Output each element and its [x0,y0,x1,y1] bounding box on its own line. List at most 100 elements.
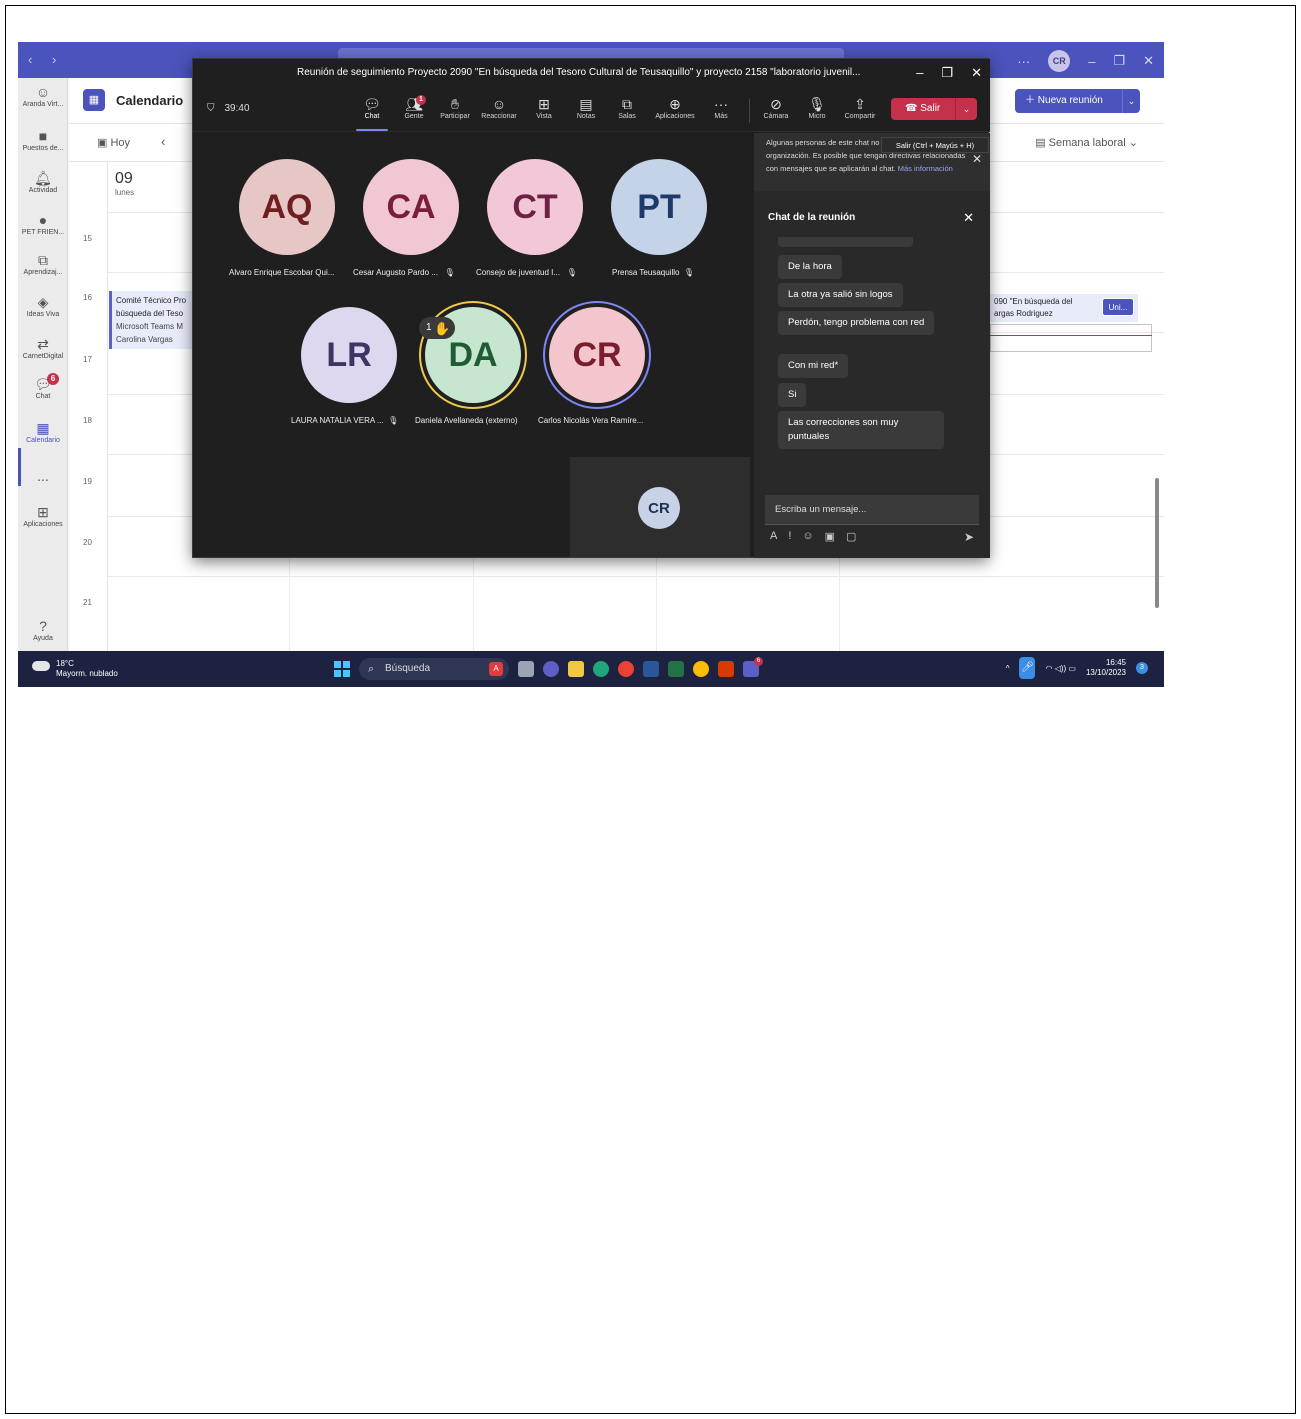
word-icon[interactable] [643,661,659,677]
day-name: lunes [115,188,135,197]
toolbar-share-button[interactable]: ⇪ Compartir [838,95,882,120]
phone-hangup-icon: ☎ [905,103,921,114]
rail-item-petfriendly[interactable]: ● PET FRIEN... [18,212,68,236]
leave-tooltip: Salir (Ctrl + Mayús + H) [881,137,989,153]
chrome-profile-icon[interactable] [693,661,709,677]
priority-icon[interactable]: ! [788,530,791,543]
meeting-stage: AQ Alvaro Enrique Escobar Qui... CA Cesa… [193,133,752,558]
rail-item-aprendizaje[interactable]: ⧉ Aprendizaj... [18,252,68,276]
sticker-icon[interactable]: ▢ [846,530,856,543]
mic-muted-icon: 🎙︎ [681,268,695,277]
toolbar-camera-button[interactable]: ⊘ Cámara [754,95,798,120]
meet-icon[interactable] [543,661,559,677]
mic-muted-icon: 🎙︎ [562,268,577,277]
chevron-up-icon[interactable]: ^ [1006,664,1010,673]
participant-avatar[interactable]: PT [611,159,707,255]
column-line [289,548,290,651]
toolbar-view-button[interactable]: ⊞ Vista [522,95,566,120]
participant-avatar[interactable]: CR [549,307,645,403]
plus-icon: ⊕ [669,96,681,112]
close-icon[interactable]: ✕ [1143,53,1154,69]
toolbar-raise-hand-button[interactable]: ✋︎ Participar [433,95,477,120]
mic-tray-icon[interactable]: 🎤︎ [1019,657,1036,679]
leave-button[interactable]: ☎ Salir ⌄ [891,98,977,120]
rail-item-ideas-viva[interactable]: ◈ Ideas Viva [18,294,68,318]
teams-icon[interactable]: 6 [743,657,763,677]
scrollbar[interactable] [1155,478,1159,608]
close-icon[interactable]: ✕ [971,59,982,87]
prev-week-icon[interactable]: ‹ [161,134,165,149]
send-icon[interactable]: ➤ [964,530,974,544]
message-list[interactable]: tema del tamaño de la letra De la hora L… [754,237,990,453]
day-number: 09 [115,170,133,187]
selected-slot[interactable] [990,324,1152,352]
ellipsis-icon: ... [37,468,49,484]
rail-item-actividad[interactable]: 🔔︎ Actividad [18,170,68,194]
minimize-icon[interactable]: – [1088,54,1095,69]
toolbar-notes-button[interactable]: ▤ Notas [564,95,608,120]
rail-item-aranda[interactable]: ☺ Aranda Virt... [18,84,68,108]
chevron-down-icon[interactable]: ⌄ [955,98,977,120]
format-icon[interactable]: A [770,530,777,543]
wifi-icon[interactable]: ◠ ◁)) ▭ [1045,664,1075,673]
close-chat-icon[interactable]: ✕ [963,203,974,233]
excel-icon[interactable] [668,661,684,677]
rail-item-ayuda[interactable]: ? Ayuda [18,618,68,642]
meeting-timer: ⛉ 39:40 [207,103,250,114]
help-icon: ? [39,618,47,634]
message-input[interactable]: Escriba un mensaje... [765,495,979,525]
edge-icon[interactable] [593,661,609,677]
taskbar-search[interactable]: ⌕ Búsqueda A [359,658,509,680]
toolbar-react-button[interactable]: ☺ Reaccionar [477,95,521,120]
today-button[interactable]: ▣ Hoy [97,136,130,149]
participant-name: Prensa Teusaquillo 🎙︎ [612,268,695,277]
week-view-select[interactable]: ▤ Semana laboral ⌄ [1035,136,1138,149]
toolbar-more-button[interactable]: ··· Más [699,95,743,120]
file-explorer-icon[interactable] [568,661,584,677]
toolbar-rooms-button[interactable]: ⧉ Salas [605,95,649,120]
participant-avatar[interactable]: CA [363,159,459,255]
notification-badge[interactable]: 3 [1136,662,1148,674]
rail-item-calendario[interactable]: ▦ Calendario [18,420,68,444]
weather-widget[interactable]: 18°C Mayorm. nublado [32,659,118,679]
app-square-icon: ■ [38,128,48,144]
more-info-link[interactable]: Más información [898,164,953,173]
windows-start-icon[interactable] [334,661,350,677]
join-button[interactable]: Uni... [1102,298,1134,316]
chat-message: Perdón, tengo problema con red [778,311,935,335]
restore-icon[interactable]: ❐ [1113,53,1125,69]
calendar-event-right[interactable]: 090 "En búsqueda del argas Rodriguez Uni… [990,294,1138,322]
nav-arrows-icon[interactable]: ‹ › [28,52,64,67]
rail-item-puestos[interactable]: ■ Puestos de... [18,128,68,152]
toolbar-chat-button[interactable]: 💬︎ Chat [350,95,394,131]
restore-icon[interactable]: ❐ [941,59,953,87]
toolbar-apps-button[interactable]: ⊕ Aplicaciones [653,95,697,120]
chat-message: De la hora [778,255,842,279]
participant-name: Cesar Augusto Pardo ... 🎙︎ [353,268,455,277]
emoji-icon[interactable]: ☺ [802,530,813,543]
task-view-icon[interactable] [518,661,534,677]
gif-icon[interactable]: ▣ [825,530,835,543]
minimize-icon[interactable]: – [916,59,923,87]
chrome-icon[interactable] [618,661,634,677]
user-avatar[interactable]: CR [1048,50,1071,72]
more-options-icon[interactable]: ··· [1017,54,1030,69]
close-notice-icon[interactable]: ✕ [972,153,982,166]
acrobat-icon[interactable] [718,661,734,677]
rail-item-more[interactable]: ... [18,468,68,485]
participant-avatar[interactable]: LR [301,307,397,403]
chat-message: Las correcciones son muy puntuales [778,411,944,449]
calendar-event[interactable]: Comité Técnico Pro búsqueda del Teso Mic… [109,291,193,349]
participant-avatar[interactable]: CT [487,159,583,255]
rail-item-carnet[interactable]: ⇄ CarnetDigital [18,336,68,360]
clock[interactable]: 16:45 13/10/2023 [1086,658,1126,678]
new-meeting-button[interactable]: ＋ Nueva reunión ⌄ [1015,89,1140,113]
toolbar-mic-button[interactable]: 🎙︎ Micro [795,95,839,120]
rail-item-chat[interactable]: 💬︎ 6 Chat [18,373,68,400]
grid-icon: ⊞ [538,96,550,112]
participant-avatar[interactable]: AQ [239,159,335,255]
self-view[interactable]: CR [570,457,750,557]
rail-item-aplicaciones[interactable]: ⊞ Aplicaciones [18,504,68,528]
toolbar-people-button[interactable]: 👥︎ 1 Gente [392,95,436,120]
chevron-down-icon[interactable]: ⌄ [1122,89,1140,113]
